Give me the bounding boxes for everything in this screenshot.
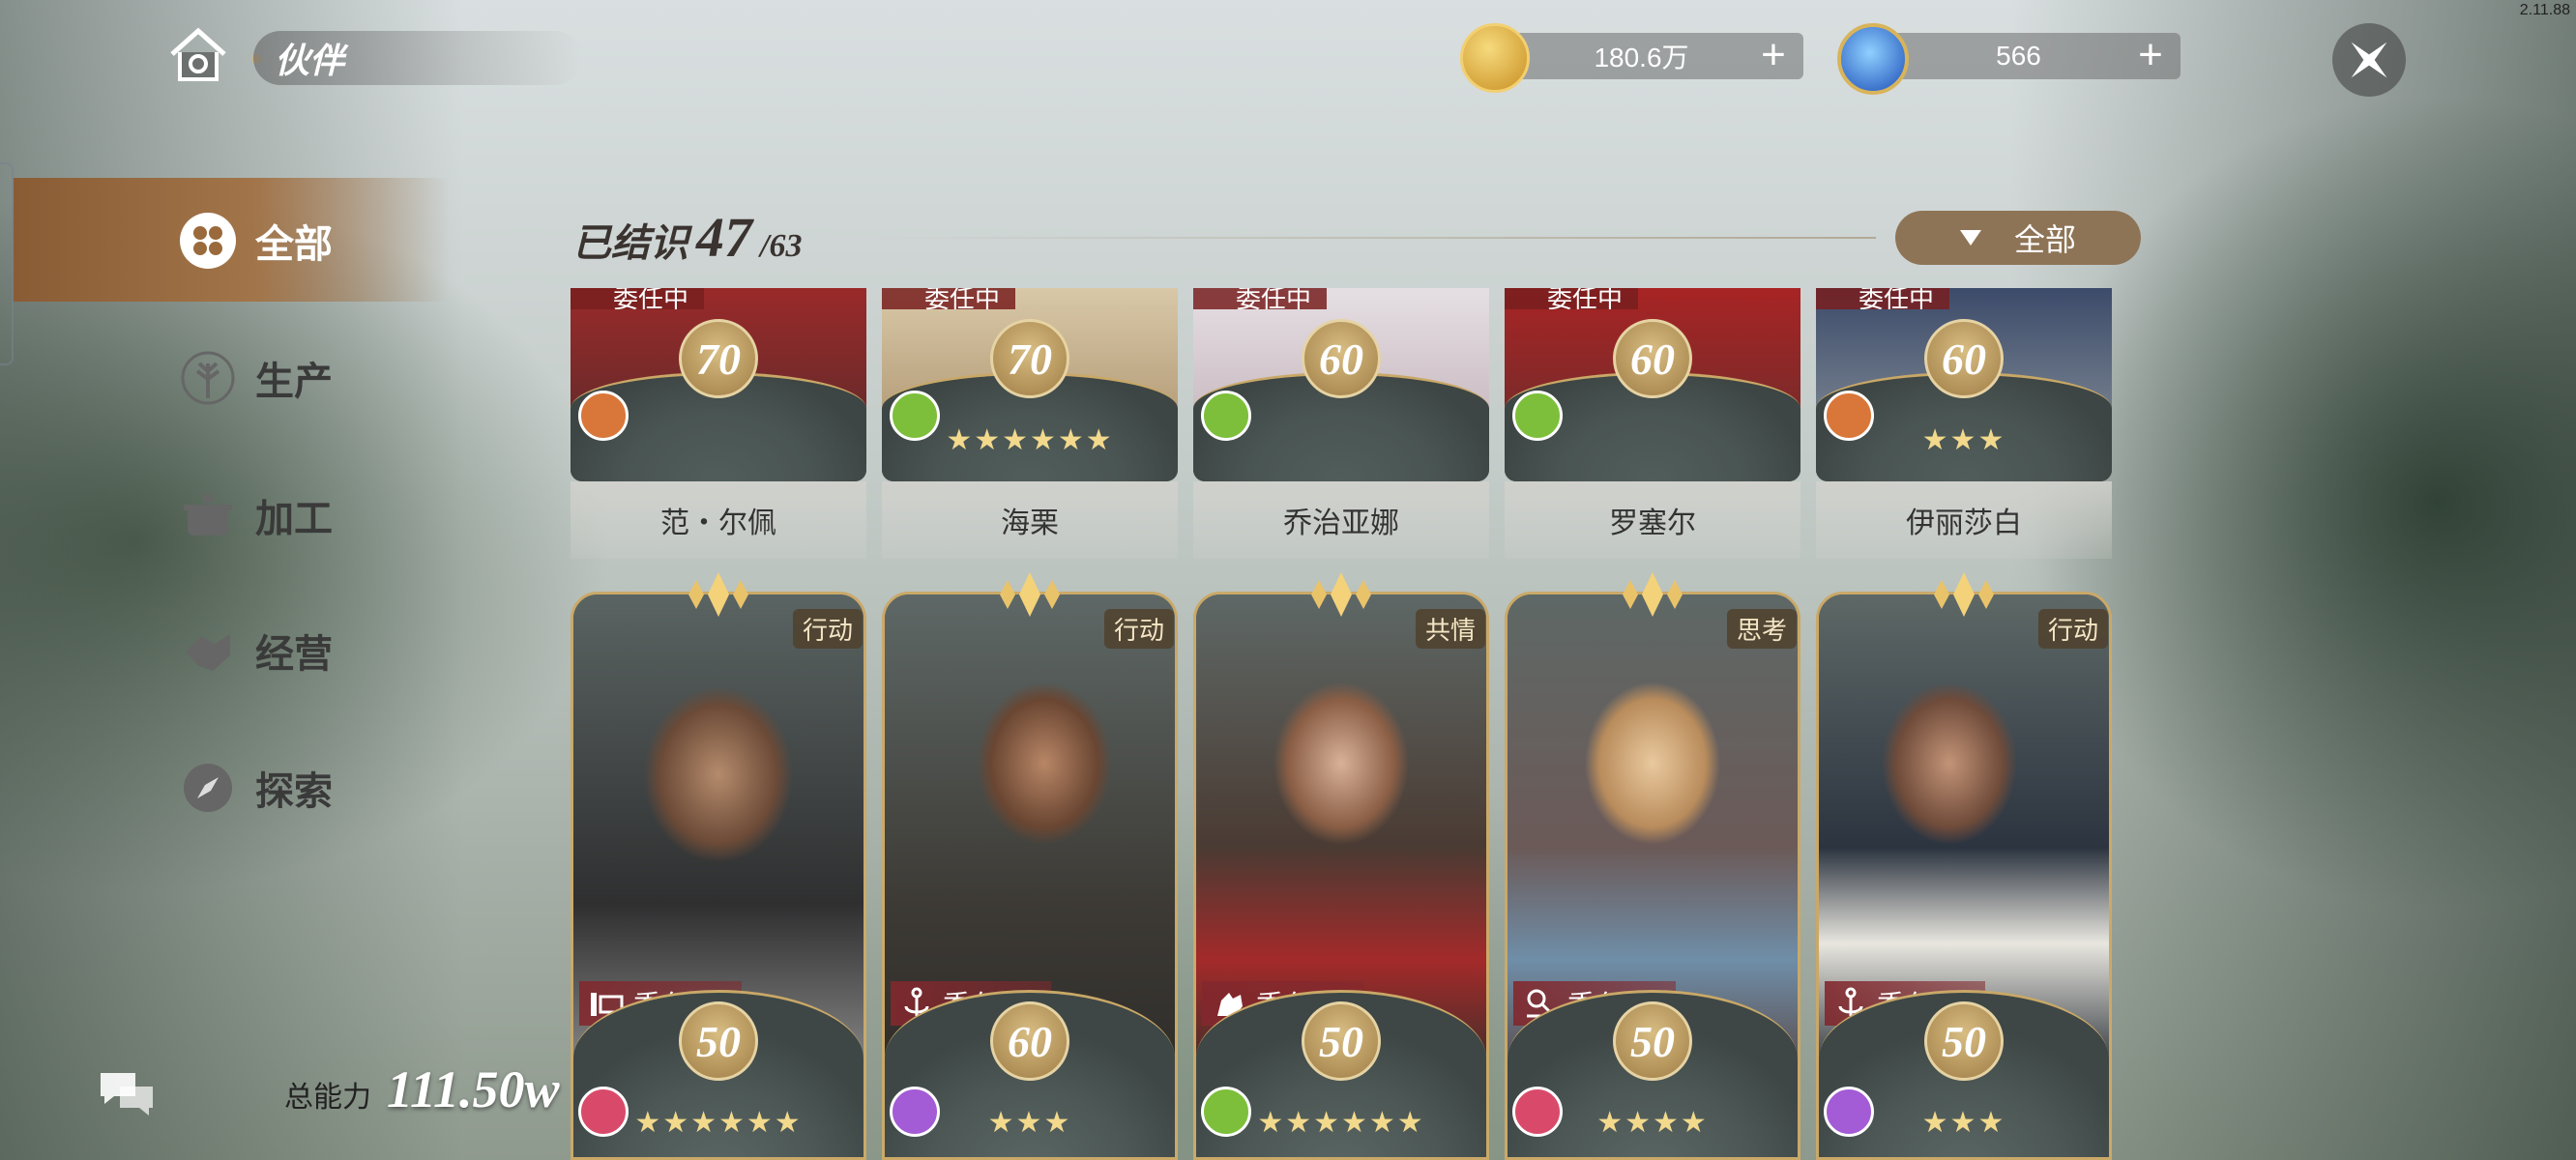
partner-name: 罗塞尔 (1505, 481, 1800, 559)
sidebar-item-label: 全部 (255, 223, 333, 266)
chat-bubble-icon (101, 1073, 153, 1116)
home-button[interactable] (164, 21, 232, 89)
blue-gem-icon (1837, 23, 1909, 95)
triangle-down-icon (1959, 230, 1981, 246)
gold-currency: 180.6万 + (1460, 23, 1803, 93)
level-badge: 60 (990, 1001, 1069, 1081)
level-badge: 50 (679, 1001, 758, 1081)
compass-icon (180, 760, 236, 816)
partner-card[interactable]: 委任中 行动 50 ★★★ (1816, 568, 2112, 1160)
close-button[interactable] (2332, 23, 2406, 97)
partner-card[interactable]: 委任中 行动 60 ★★★ (882, 568, 1178, 1160)
add-gold-button[interactable]: + (1755, 34, 1792, 76)
star-rating: ★★★★★★ (634, 1107, 803, 1139)
sidebar-item-label: 加工 (255, 498, 333, 540)
gem-value: 566 (1996, 41, 2041, 71)
handshake-icon (180, 623, 236, 679)
assigned-badge: 委任中 (1505, 288, 1639, 309)
gold-coin-icon (1460, 23, 1530, 93)
level-badge: 60 (1302, 319, 1381, 398)
header-divider (861, 237, 1876, 239)
level-badge: 50 (1924, 1001, 2004, 1081)
rarity-diamond-icon (1623, 572, 1683, 617)
trait-tag: 行动 (792, 609, 863, 649)
partner-name: 乔治亚娜 (1193, 481, 1489, 559)
power-label: 总能力 (284, 1082, 371, 1114)
gold-value: 180.6万 (1594, 43, 1689, 72)
partner-grid: 委任中 70 范・尔佩 委任中 70 ★★★★★★ 海栗 委任中 60 乔治亚娜… (571, 288, 2118, 1160)
filter-dropdown[interactable]: 全部 (1895, 211, 2141, 265)
role-icon (578, 391, 629, 441)
sidebar-item-label: 生产 (255, 361, 333, 403)
page-title: 伙伴 (253, 31, 582, 85)
partner-name: 伊丽莎白 (1816, 481, 2112, 559)
level-badge: 70 (679, 319, 758, 398)
level-badge: 50 (1613, 1001, 1692, 1081)
assigned-badge: 委任中 (882, 288, 1016, 309)
filter-label: 全部 (2013, 222, 2076, 257)
rarity-diamond-icon (688, 572, 748, 617)
known-label: 已结识 (572, 222, 688, 265)
assigned-badge: 委任中 (571, 288, 705, 309)
star-rating: ★★★★ (1596, 1107, 1709, 1139)
trait-tag: 行动 (1103, 609, 1174, 649)
partner-card[interactable]: 委任中 70 (571, 288, 866, 481)
partner-card[interactable]: 委任中 70 ★★★★★★ (882, 288, 1178, 481)
home-icon (170, 27, 226, 81)
close-icon (2351, 42, 2387, 78)
partner-card[interactable]: 委任中 60 (1505, 288, 1800, 481)
sidebar-item-production[interactable]: 生产 (180, 344, 333, 412)
star-rating: ★★★★★★ (1257, 1107, 1425, 1139)
sidebar-item-label: 探索 (255, 770, 333, 813)
known-count: 已结识 47 /63 (572, 205, 802, 270)
rarity-diamond-icon (1934, 572, 1994, 617)
total-power: 总能力 111.50w (284, 1059, 560, 1119)
gem-currency: 566 + (1837, 23, 2181, 95)
trait-tag: 思考 (1726, 609, 1797, 649)
partner-name: 海栗 (882, 481, 1178, 559)
sidebar-item-explore[interactable]: 探索 (180, 754, 333, 822)
level-badge: 60 (1613, 319, 1692, 398)
known-number: 47 (696, 206, 752, 269)
sidebar-item-all[interactable]: 全部 (180, 207, 333, 275)
power-value: 111.50w (387, 1060, 560, 1118)
partner-card[interactable]: 委任中 思考 50 ★★★★ (1505, 568, 1800, 1160)
rarity-diamond-icon (1311, 572, 1371, 617)
trait-tag: 共情 (1415, 609, 1485, 649)
partner-card[interactable]: 委任中 60 ★★★ (1816, 288, 2112, 481)
add-gem-button[interactable]: + (2132, 34, 2169, 76)
sidebar-edge (0, 162, 14, 365)
partner-name: 范・尔佩 (571, 481, 866, 559)
star-rating: ★★★ (1921, 1107, 2006, 1139)
role-icon (1512, 391, 1563, 441)
all-grid-icon (180, 213, 236, 269)
sidebar-item-business[interactable]: 经营 (180, 617, 333, 684)
wheat-icon (180, 350, 236, 406)
version-label: 2.11.88 (2519, 2, 2570, 18)
assigned-badge: 委任中 (1816, 288, 1950, 309)
role-icon (1201, 391, 1251, 441)
partner-card[interactable]: 委任中 共情 50 ★★★★★★ (1193, 568, 1489, 1160)
star-rating: ★★★ (987, 1107, 1072, 1139)
level-badge: 60 (1924, 319, 2004, 398)
partner-card[interactable]: 委任中 60 (1193, 288, 1489, 481)
sidebar-item-processing[interactable]: 加工 (180, 481, 333, 549)
trait-tag: 行动 (2037, 609, 2108, 649)
level-badge: 70 (990, 319, 1069, 398)
star-rating: ★★★★★★ (946, 424, 1114, 456)
level-badge: 50 (1302, 1001, 1381, 1081)
known-total: /63 (760, 228, 803, 264)
chat-button[interactable] (97, 1069, 157, 1117)
star-rating: ★★★ (1921, 424, 2006, 456)
pot-icon (180, 487, 236, 543)
sidebar-item-label: 经营 (255, 633, 333, 676)
rarity-diamond-icon (1000, 572, 1060, 617)
partner-card[interactable]: 委任中 行动 50 ★★★★★★ (571, 568, 866, 1160)
assigned-badge: 委任中 (1193, 288, 1328, 309)
